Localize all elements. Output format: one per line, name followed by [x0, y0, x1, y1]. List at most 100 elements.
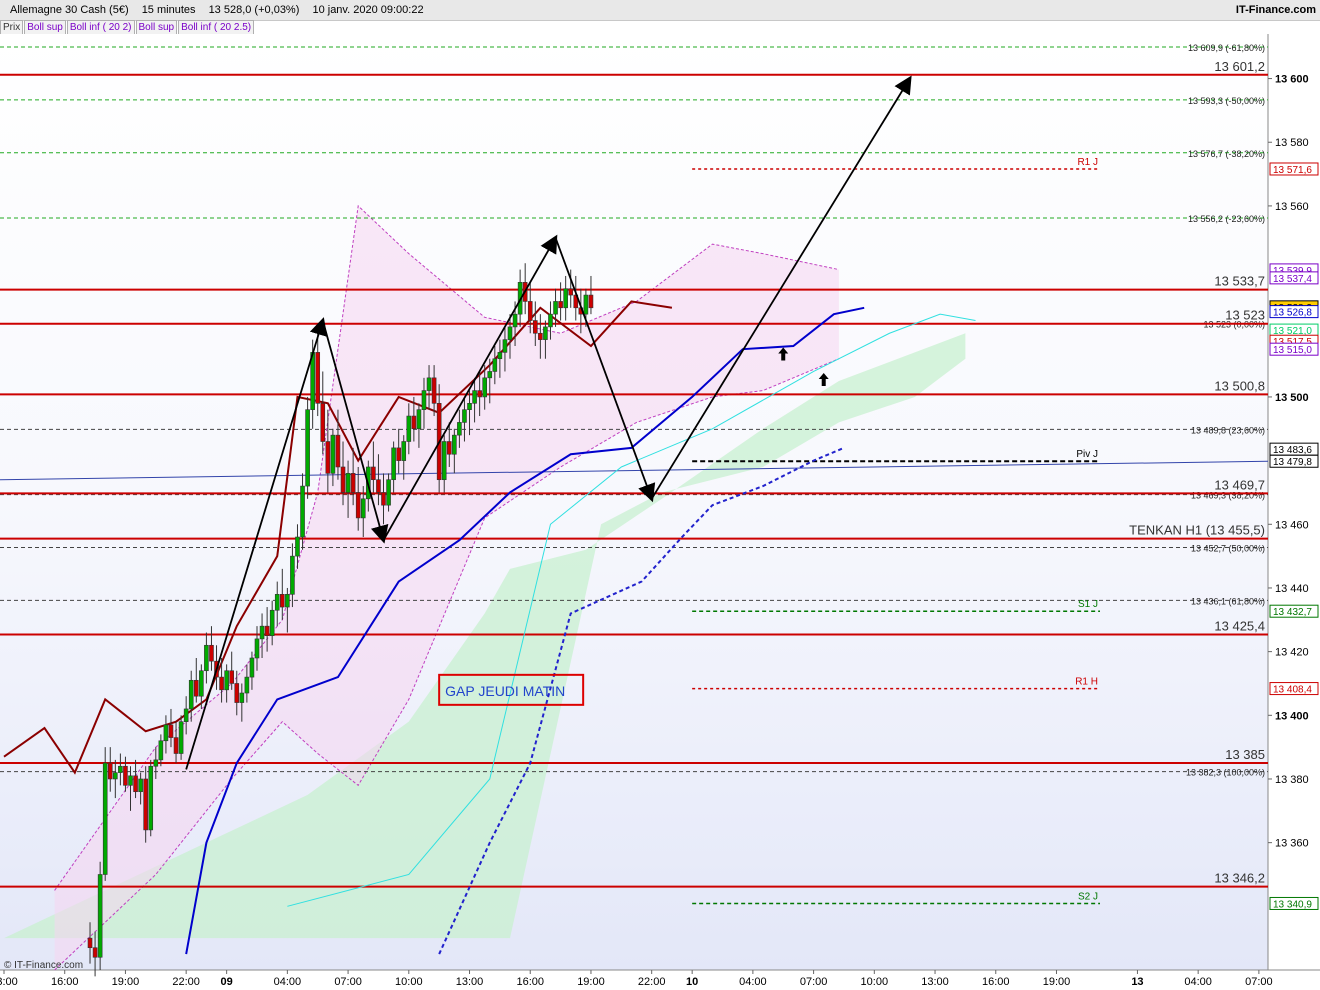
- candle-body-63: [406, 415, 412, 442]
- fib-label-2: 13 576,7 (-38,20%): [1188, 149, 1265, 159]
- candle-body-4: [107, 762, 113, 780]
- candle-body-98: [583, 294, 589, 315]
- candle-body-16: [168, 724, 174, 738]
- candle-body-9: [133, 775, 138, 793]
- value-tag-label-11: 13 408,4: [1273, 685, 1312, 696]
- candle-body-89: [538, 332, 543, 340]
- fib-label-5: 13 489,8 (23,60%): [1191, 425, 1265, 435]
- resistance-label-4: 13 469,7: [1214, 477, 1265, 492]
- candle-body-42: [300, 485, 305, 538]
- candle-body-66: [421, 390, 427, 410]
- candle-body-72: [452, 434, 457, 455]
- fib-label-1: 13 593,3 (-50,00%): [1188, 96, 1265, 106]
- x-tick-label-20: 04:00: [1184, 976, 1212, 988]
- candle-12: [148, 759, 154, 837]
- x-tick-label-8: 13:00: [456, 976, 484, 988]
- candle-43: [305, 396, 310, 499]
- candle-body-82: [502, 339, 508, 353]
- candle-body-7: [123, 765, 128, 786]
- x-tick-label-2: 19:00: [112, 976, 140, 988]
- candle-body-60: [391, 447, 396, 481]
- candle-body-39: [285, 594, 290, 608]
- fib-label-0: 13 609,9 (-61,80%): [1188, 43, 1265, 53]
- candle-body-36: [269, 609, 275, 637]
- y-tick-label-3: 13 500: [1275, 392, 1309, 404]
- fib-label-7: 13 452,7 (50,00%): [1191, 544, 1265, 554]
- candle-body-77: [477, 390, 482, 398]
- candle-body-5: [113, 772, 118, 780]
- candle-body-64: [411, 415, 417, 430]
- candle-body-24: [209, 644, 214, 662]
- value-tag-label-4: 13 526,8: [1273, 308, 1312, 319]
- candle-body-91: [548, 313, 553, 328]
- candle-body-61: [396, 447, 401, 461]
- candle-body-50: [340, 466, 346, 493]
- candle-body-78: [482, 377, 488, 398]
- candle-body-81: [497, 352, 503, 360]
- candle-body-49: [335, 434, 341, 468]
- candle-body-67: [426, 377, 432, 391]
- y-tick-label-7: 13 400: [1275, 710, 1309, 722]
- candle-body-92: [553, 301, 558, 315]
- y-tick-label-8: 13 380: [1275, 774, 1309, 786]
- candle-body-56: [371, 466, 376, 481]
- price-chart[interactable]: 13 609,9 (-61,80%) 13 593,3 (-50,00%) 13 5…: [0, 0, 1320, 990]
- resistance-label-2: 13 523: [1225, 308, 1265, 323]
- gap-annotation-label: GAP JEUDI MATIN: [445, 683, 565, 699]
- candle-body-13: [153, 759, 159, 767]
- x-tick-label-1: 16:00: [51, 976, 79, 988]
- x-tick-label-4: 09: [221, 976, 233, 988]
- candle-body-38: [279, 594, 285, 608]
- fib-label-8: 13 436,1 (61,80%): [1191, 596, 1265, 606]
- x-tick-label-15: 10:00: [861, 976, 889, 988]
- candle-body-10: [138, 778, 143, 793]
- candle-body-99: [588, 294, 594, 309]
- x-tick-label-16: 13:00: [921, 976, 949, 988]
- candle-body-74: [462, 409, 467, 423]
- candle-3: [102, 747, 108, 881]
- candle-body-15: [163, 724, 169, 742]
- x-tick-label-12: 10: [686, 976, 698, 988]
- candle-body-37: [274, 594, 280, 611]
- candle-body-29: [234, 683, 240, 703]
- x-tick-label-17: 16:00: [982, 976, 1010, 988]
- candle-body-95: [568, 288, 574, 296]
- pivot-label-0: R1 J: [1077, 157, 1098, 168]
- candle-body-43: [305, 409, 310, 487]
- candle-body-70: [441, 441, 447, 481]
- pivot-label-4: S2 J: [1078, 891, 1098, 902]
- candle-body-41: [295, 536, 300, 557]
- x-tick-label-10: 19:00: [577, 976, 605, 988]
- resistance-label-7: 13 385: [1225, 747, 1265, 762]
- candle-body-73: [457, 422, 462, 436]
- value-tag-label-10: 13 432,7: [1273, 607, 1312, 618]
- candle-body-27: [224, 670, 229, 691]
- y-tick-label-4: 13 460: [1275, 519, 1309, 531]
- resistance-label-5: TENKAN H1 (13 455,5): [1129, 523, 1265, 538]
- candle-18: [178, 715, 184, 760]
- candle-body-19: [183, 708, 189, 722]
- candle-body-48: [330, 434, 336, 474]
- y-tick-label-2: 13 560: [1275, 201, 1309, 213]
- candle-body-84: [512, 313, 518, 328]
- candle-body-6: [118, 765, 123, 773]
- candle-body-40: [290, 555, 295, 595]
- candle-body-45: [315, 352, 321, 404]
- candle-body-62: [401, 441, 407, 461]
- y-tick-label-9: 13 360: [1275, 838, 1309, 850]
- candle-body-14: [158, 740, 164, 761]
- x-tick-label-14: 07:00: [800, 976, 828, 988]
- pivot-label-2: S1 J: [1078, 599, 1098, 610]
- candle-body-65: [416, 409, 422, 430]
- candle-body-32: [249, 657, 255, 678]
- resistance-label-8: 13 346,2: [1214, 871, 1265, 886]
- candle-body-58: [381, 492, 386, 506]
- candle-body-71: [446, 441, 452, 455]
- candle-body-76: [472, 390, 477, 404]
- x-tick-label-21: 07:00: [1245, 976, 1273, 988]
- candle-body-47: [325, 441, 331, 474]
- candle-body-75: [467, 403, 472, 410]
- x-tick-label-19: 13: [1131, 976, 1143, 988]
- candle-body-51: [345, 473, 351, 493]
- candle-body-3: [102, 762, 108, 875]
